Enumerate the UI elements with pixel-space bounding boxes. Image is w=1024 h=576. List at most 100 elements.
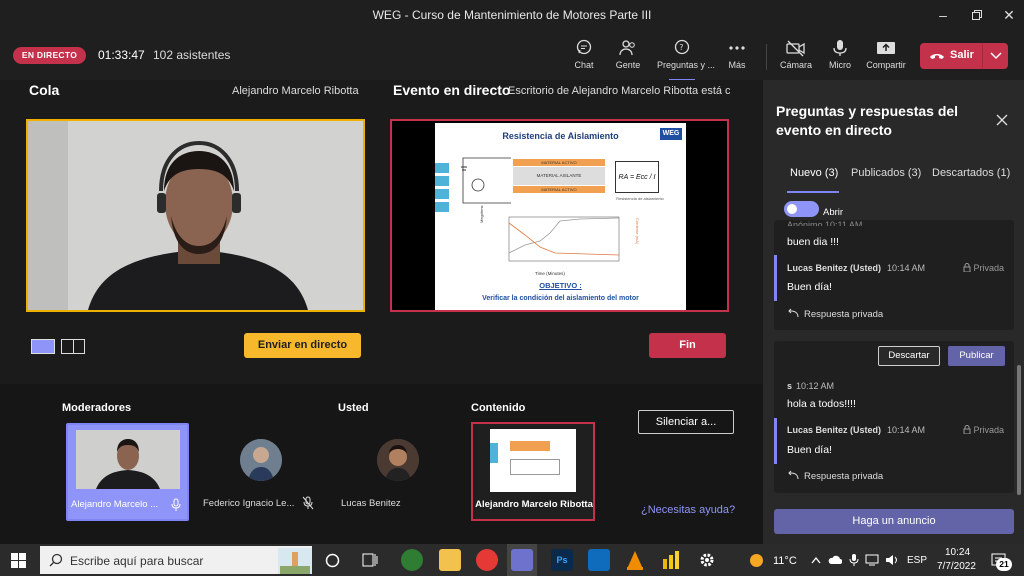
avatar-federico[interactable] <box>240 439 282 481</box>
chat-button[interactable]: Chat <box>559 39 609 75</box>
attendee-count: 102 asistentes <box>153 48 231 62</box>
content-name: Alejandro Marcelo Ribotta <box>475 499 593 510</box>
weg-logo: WEG <box>660 128 682 140</box>
powerbi-icon[interactable] <box>660 549 682 571</box>
announce-button[interactable]: Haga un anuncio <box>774 509 1014 534</box>
question-author: s <box>787 381 793 391</box>
publish-button[interactable]: Publicar <box>948 346 1005 366</box>
qa-button[interactable]: ? Preguntas y ... <box>657 39 716 81</box>
live-video[interactable]: Resistencia de Aislamiento WEG MATERIAL … <box>390 119 729 312</box>
reply-text: Buen día! <box>787 281 832 293</box>
volume-icon[interactable] <box>885 554 899 566</box>
question-time: 10:12 AM <box>796 381 835 391</box>
participants-strip: Moderadores Usted Contenido Alejandro Ma… <box>0 384 763 544</box>
participant-tile-alejandro[interactable]: Alejandro Marcelo ... <box>66 423 189 521</box>
search-placeholder: Escribe aquí para buscar <box>70 554 204 568</box>
content-tile[interactable]: Alejandro Marcelo Ribotta <box>471 422 595 521</box>
tab-published[interactable]: Publicados (3) <box>851 167 921 179</box>
participant-video <box>76 430 180 489</box>
slide-chart-xlabel: Time (Minutes) <box>535 271 565 276</box>
reply-author: Lucas Benitez (Usted) <box>787 425 882 435</box>
file-explorer-icon[interactable] <box>439 549 461 571</box>
task-view-icon[interactable] <box>325 553 340 568</box>
tab-new[interactable]: Nuevo (3) <box>790 167 838 179</box>
send-live-button[interactable]: Enviar en directo <box>244 333 361 358</box>
onedrive-icon[interactable] <box>828 555 842 565</box>
presenter-video-image <box>28 121 363 310</box>
taskbar-search-box[interactable]: Escribe aquí para buscar <box>40 546 312 574</box>
camera-label: Cámara <box>779 60 812 70</box>
tab-dismissed[interactable]: Descartados (1) <box>932 167 1010 179</box>
weather-sun-icon[interactable] <box>750 554 763 567</box>
share-button[interactable]: Compartir <box>861 39 911 75</box>
content-thumbnail <box>490 429 576 492</box>
question-card: Descartar Publicar s 10:12 AM hola a tod… <box>774 341 1014 493</box>
reply-text: Buen día! <box>787 444 832 456</box>
people-label: Gente <box>615 60 641 70</box>
widgets-icon[interactable] <box>362 552 378 568</box>
minimize-icon[interactable]: – <box>928 4 958 26</box>
clock-date[interactable]: 7/7/2022 <box>937 561 976 572</box>
teams-active-highlight <box>507 544 537 576</box>
camera-button[interactable]: Cámara <box>771 39 821 75</box>
leave-button[interactable]: Salir <box>920 43 1008 69</box>
open-toggle[interactable] <box>784 201 819 217</box>
private-reply-link[interactable]: Respuesta privada <box>804 471 883 482</box>
more-button[interactable]: Más <box>712 39 762 75</box>
private-reply-link[interactable]: Respuesta privada <box>804 309 883 320</box>
lock-icon <box>963 425 971 435</box>
content-heading: Contenido <box>471 402 526 414</box>
question-text: buen dia !!! <box>787 236 839 248</box>
vlc-icon[interactable] <box>624 549 646 571</box>
maximize-icon[interactable] <box>962 4 992 26</box>
phone-hangup-icon <box>930 54 944 59</box>
chrome-icon[interactable] <box>476 549 498 571</box>
network-icon[interactable] <box>865 554 879 566</box>
slide-layer-active-top: MATERIAL ACTIVO <box>513 159 605 166</box>
outlook-icon[interactable] <box>588 549 610 571</box>
microphone-muted-icon <box>302 496 314 510</box>
keyboard-language[interactable]: ESP <box>907 555 927 566</box>
mute-all-button[interactable]: Silenciar a... <box>638 410 734 434</box>
slide-title: Resistencia de Aislamiento <box>502 131 619 141</box>
microphone-icon[interactable] <box>849 553 859 567</box>
svg-text:?: ? <box>679 43 683 52</box>
active-tab-indicator <box>787 191 839 193</box>
help-link[interactable]: ¿Necesitas ayuda? <box>641 504 735 516</box>
chevron-up-icon[interactable] <box>811 556 821 564</box>
people-button[interactable]: Gente <box>603 39 653 75</box>
layout-split-button[interactable] <box>61 339 85 354</box>
private-label: Privada <box>963 425 1004 435</box>
slide-formula: RA = Ecc / I <box>615 161 659 193</box>
reply-time: 10:14 AM <box>887 425 926 435</box>
mic-label: Micro <box>829 60 851 70</box>
dismiss-button[interactable]: Descartar <box>878 346 940 366</box>
slide-layer-active-bottom: MATERIAL ACTIVO <box>513 186 605 193</box>
mic-button[interactable]: Micro <box>815 39 865 75</box>
queue-video[interactable] <box>26 119 365 312</box>
windows-start-icon[interactable] <box>11 553 26 568</box>
slide-layer-insulating: MATERIAL AISLANTE <box>513 167 605 185</box>
slide-objective-text: Verificar la condición del aislamiento d… <box>482 295 639 302</box>
chat-label: Chat <box>574 60 594 70</box>
toolbar-divider <box>766 44 767 70</box>
clock-time[interactable]: 10:24 <box>945 547 970 558</box>
meeting-toolbar: EN DIRECTO 01:33:47 102 asistentes Chat … <box>0 30 1024 81</box>
qa-icon: ? <box>674 39 690 55</box>
app-icon-green[interactable] <box>401 549 423 571</box>
qa-scrollbar[interactable] <box>1017 365 1021 495</box>
chevron-down-icon[interactable] <box>990 52 1002 60</box>
close-icon[interactable] <box>996 114 1008 126</box>
layout-single-button[interactable] <box>31 339 55 354</box>
end-button[interactable]: Fin <box>649 333 726 358</box>
weather-temp[interactable]: 11°C <box>773 555 797 567</box>
qa-label: Preguntas y ... <box>657 60 716 70</box>
live-event-title: Evento en directo <box>393 82 511 98</box>
close-window-icon[interactable]: ✕ <box>994 4 1024 26</box>
reply-author: Lucas Benitez (Usted) <box>787 263 882 273</box>
avatar-lucas[interactable] <box>377 439 419 481</box>
settings-gear-icon[interactable] <box>699 552 715 568</box>
participant-name: Alejandro Marcelo ... <box>71 499 159 510</box>
photoshop-icon[interactable]: Ps <box>551 549 573 571</box>
question-card: Anónimo 10:11 AM buen dia !!! Lucas Beni… <box>774 220 1014 330</box>
